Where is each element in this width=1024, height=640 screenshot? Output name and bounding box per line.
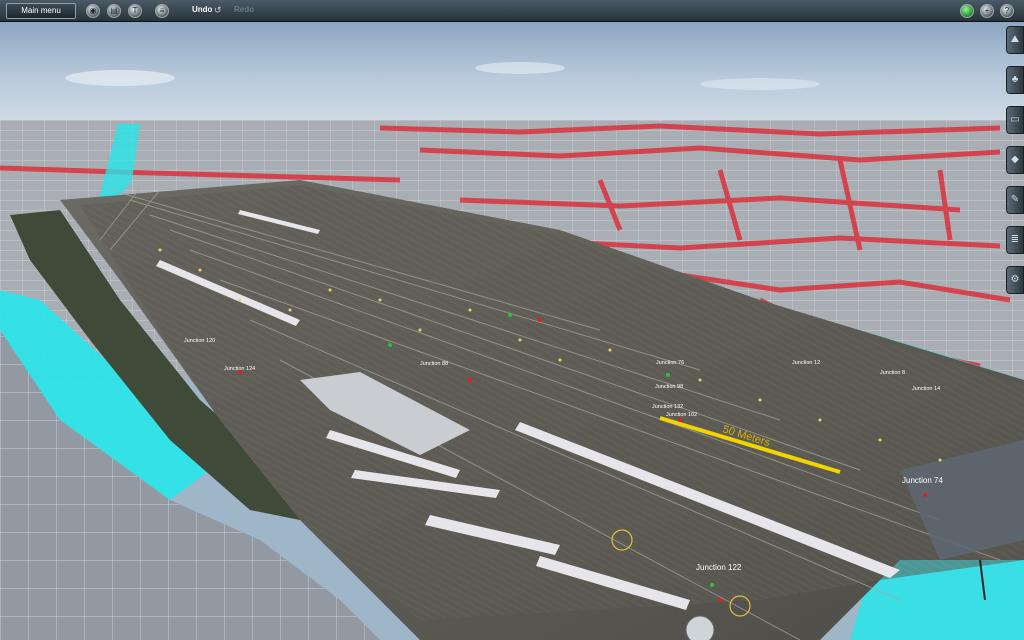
layers-tab-icon[interactable]: ≣: [1006, 226, 1024, 254]
help-icon[interactable]: ?: [1000, 4, 1014, 18]
objects-tool-icon[interactable]: ♣: [1006, 66, 1024, 94]
tool-sidebar: ⛰ ♣ ▭ ◆ ✎ ≣ ⚙: [1004, 26, 1024, 298]
trash-icon[interactable]: ▤: [107, 4, 121, 18]
junction-label: Junction 88: [420, 361, 448, 367]
tools-icon[interactable]: ✎: [1006, 186, 1024, 214]
redo-button[interactable]: Redo: [234, 5, 254, 14]
junction-label: Junction 120: [184, 338, 215, 344]
layers-icon[interactable]: ≡: [155, 4, 169, 18]
status-green-icon[interactable]: [960, 4, 974, 18]
settings-icon[interactable]: ⚙: [1006, 266, 1024, 294]
add-icon[interactable]: +: [980, 4, 994, 18]
3d-viewport[interactable]: 50 Meters Junction 120 Junction 124 Junc…: [0, 0, 1024, 640]
junction-label: Junction 14: [912, 386, 940, 392]
undo-button[interactable]: Undo: [192, 5, 212, 14]
trackside-tool-icon[interactable]: ◆: [1006, 146, 1024, 174]
junction-label: Junction 98: [655, 384, 683, 390]
junction-label: Junction 76: [656, 360, 684, 366]
camera-icon[interactable]: ◉: [86, 4, 100, 18]
undo-arrow-icon[interactable]: ↺: [214, 4, 226, 16]
compass-marker[interactable]: [685, 615, 715, 640]
track-tool-icon[interactable]: ▭: [1006, 106, 1024, 134]
junction-label: Junction 132: [652, 404, 683, 410]
junction-label: Junction 8: [880, 370, 905, 376]
junction-label: Junction 74: [902, 476, 943, 485]
paint-icon[interactable]: T: [128, 4, 142, 18]
top-toolbar: Main menu ◉ ▤ T ≡ Undo ↺ Redo + ?: [0, 0, 1024, 22]
junction-label: Junction 122: [696, 563, 742, 572]
junction-label: Junction 102: [666, 412, 697, 418]
terrain-tool-icon[interactable]: ⛰: [1006, 26, 1024, 54]
main-menu-button[interactable]: Main menu: [6, 3, 76, 19]
junction-label: Junction 12: [792, 360, 820, 366]
